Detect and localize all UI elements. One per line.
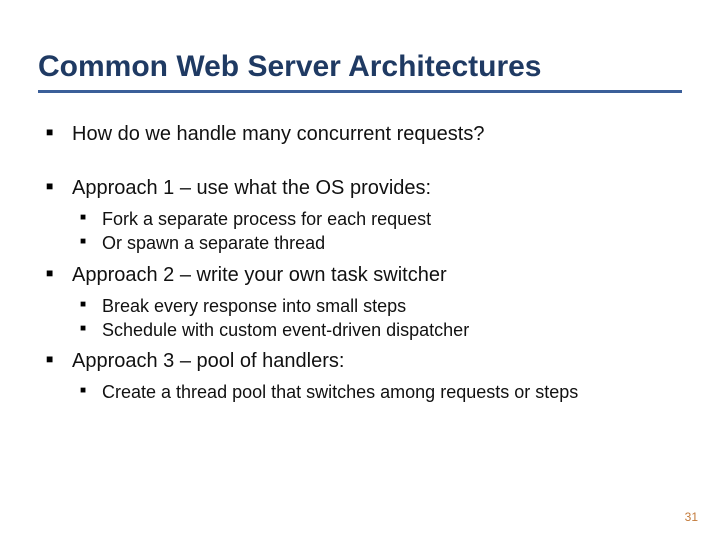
sub-bullet-text: Break every response into small steps [102,296,406,316]
bullet-text: Approach 3 – pool of handlers: [72,350,344,372]
sub-bullet-text: Or spawn a separate thread [102,233,325,253]
sub-bullet: Break every response into small steps [72,294,682,318]
bullet-approach-1: Approach 1 – use what the OS provides: F… [38,175,682,256]
page-number: 31 [685,510,698,524]
sub-bullet-list: Break every response into small steps Sc… [72,294,682,343]
sub-bullet-text: Fork a separate process for each request [102,209,431,229]
bullet-list: How do we handle many concurrent request… [38,121,682,404]
bullet-approach-3: Approach 3 – pool of handlers: Create a … [38,348,682,404]
sub-bullet: Create a thread pool that switches among… [72,380,682,404]
sub-bullet: Schedule with custom event-driven dispat… [72,318,682,342]
sub-bullet: Fork a separate process for each request [72,207,682,231]
bullet-text: How do we handle many concurrent request… [72,123,484,145]
slide-content: How do we handle many concurrent request… [38,121,682,404]
bullet-intro: How do we handle many concurrent request… [38,121,682,147]
slide-title: Common Web Server Architectures [38,50,682,93]
sub-bullet-text: Schedule with custom event-driven dispat… [102,320,469,340]
sub-bullet-list: Fork a separate process for each request… [72,207,682,256]
sub-bullet-list: Create a thread pool that switches among… [72,380,682,404]
bullet-text: Approach 2 – write your own task switche… [72,264,447,286]
sub-bullet: Or spawn a separate thread [72,231,682,255]
bullet-approach-2: Approach 2 – write your own task switche… [38,262,682,343]
bullet-text: Approach 1 – use what the OS provides: [72,177,431,199]
sub-bullet-text: Create a thread pool that switches among… [102,382,578,402]
